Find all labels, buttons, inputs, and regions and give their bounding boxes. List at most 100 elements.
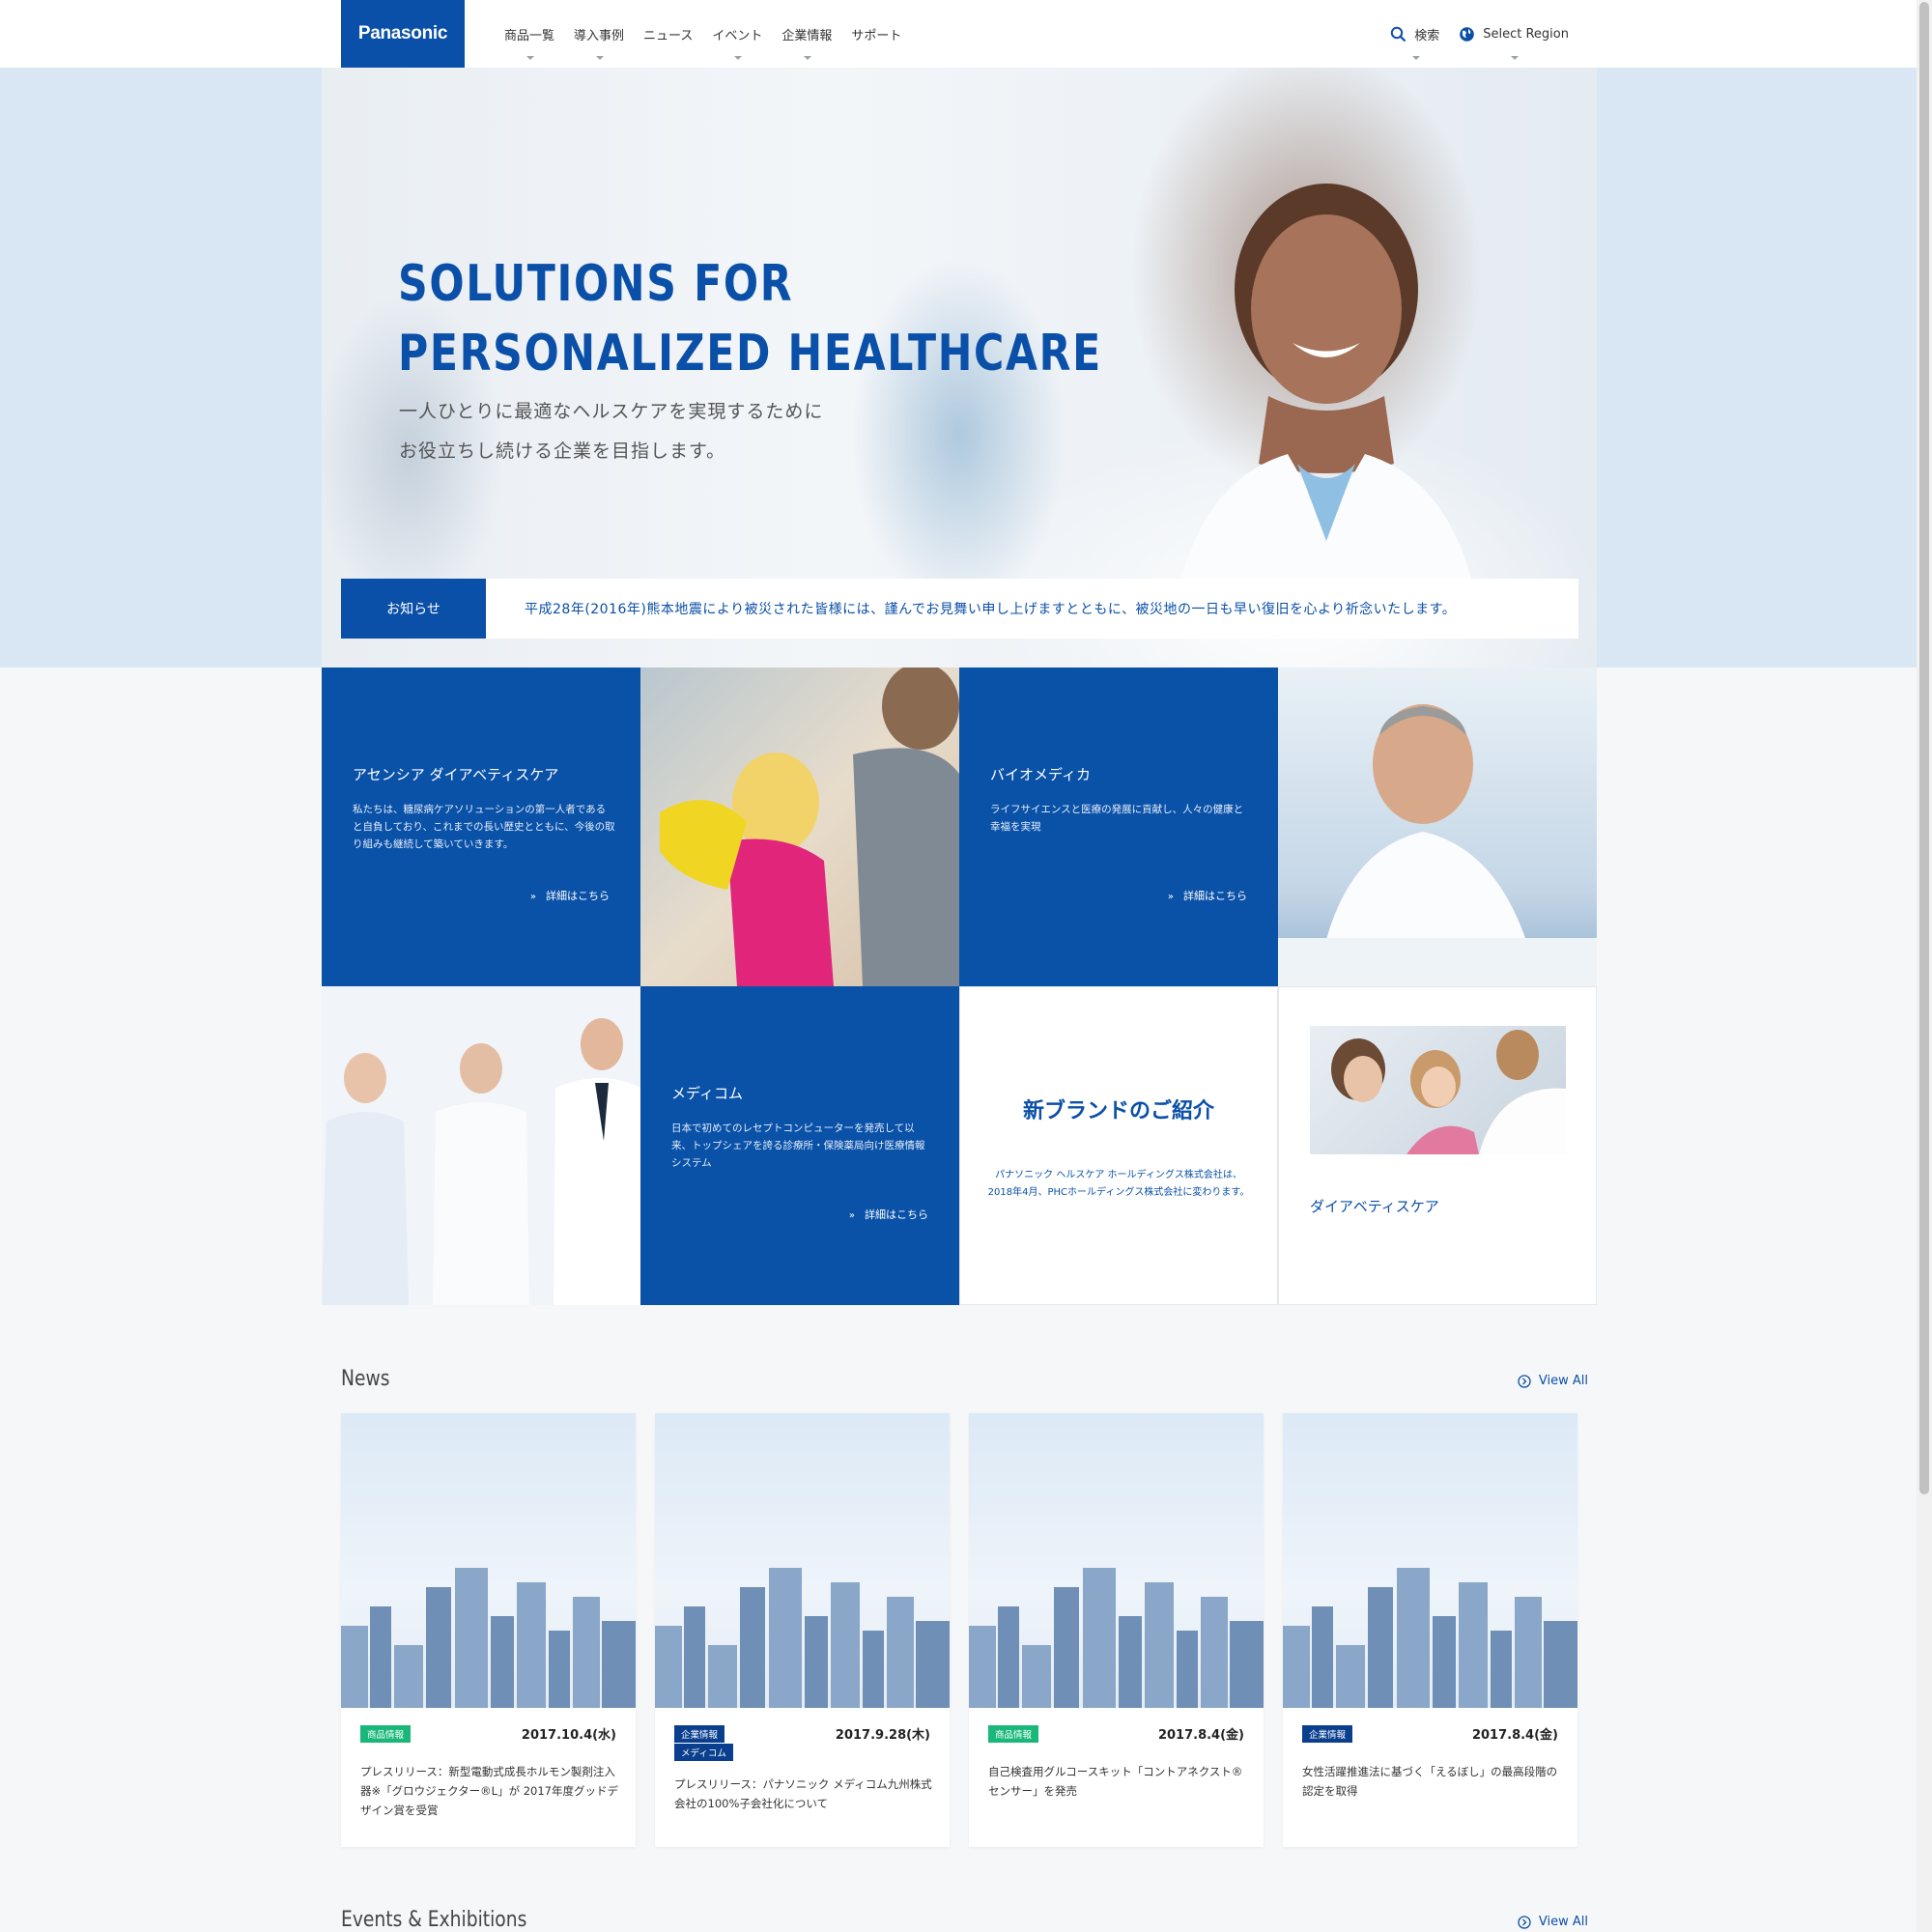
building	[455, 1568, 488, 1708]
panasonic-logo[interactable]: Panasonic	[341, 0, 465, 68]
nav-label: サポート	[851, 28, 902, 43]
nav-support[interactable]: サポート	[841, 0, 911, 68]
news-thumbnail	[655, 1413, 950, 1708]
hero-subtitle: 一人ひとりに最適なヘルスケアを実現するために お役立ちし続ける企業を目指します。	[399, 392, 823, 471]
tile-medicom[interactable]: メディコム 日本で初めてのレセプトコンピューターを発売して以来、トップシェアを誇…	[640, 986, 959, 1305]
building	[1544, 1621, 1577, 1708]
site-header: Panasonic 商品一覧 導入事例 ニュース イベント 企業情報 サポート …	[0, 0, 1917, 69]
doctor-photo	[1172, 184, 1481, 628]
city-skyline-image	[341, 1568, 636, 1708]
tile-description: 私たちは、糖尿病ケアソリューションの第一人者であると自負しており、これまでの長い…	[353, 804, 615, 850]
details-link[interactable]: 詳細はこちら	[1168, 888, 1247, 903]
building	[549, 1631, 570, 1708]
nav-events[interactable]: イベント	[702, 0, 772, 68]
building	[1397, 1568, 1430, 1708]
details-link[interactable]: 詳細はこちら	[849, 1207, 928, 1222]
building	[1230, 1621, 1264, 1708]
tile-diabetes-care[interactable]: ダイアベティスケア	[1278, 986, 1597, 1305]
category-tag: 企業情報	[1302, 1725, 1353, 1743]
building	[517, 1582, 546, 1708]
nav-company[interactable]: 企業情報	[772, 0, 841, 68]
building	[769, 1568, 802, 1708]
tile-description: ライフサイエンスと医療の発展に貢献し、人々の健康と幸福を実現	[990, 804, 1244, 833]
news-view-all-link[interactable]: View All	[1518, 1374, 1588, 1388]
category-tag: メディコム	[674, 1744, 733, 1761]
city-skyline-image	[969, 1568, 1264, 1708]
nav-label: 導入事例	[574, 28, 625, 43]
building	[1336, 1645, 1365, 1708]
building	[1312, 1606, 1333, 1708]
scrollbar-thumb[interactable]	[1919, 2, 1929, 1494]
building	[684, 1606, 705, 1708]
news-card[interactable]: 商品情報 2017.10.4(水) プレスリリース：新型電動式成長ホルモン製剤注…	[341, 1413, 636, 1847]
building	[831, 1582, 860, 1708]
news-date: 2017.9.28(木)	[835, 1728, 930, 1743]
hero-subtitle-line: 一人ひとりに最適なヘルスケアを実現するために	[399, 401, 824, 422]
building	[573, 1597, 600, 1708]
building	[969, 1626, 996, 1708]
family-photo	[660, 668, 959, 986]
scientist-photo	[1278, 704, 1597, 986]
category-tag: 企業情報	[674, 1725, 725, 1743]
building	[1022, 1645, 1051, 1708]
building	[740, 1587, 765, 1708]
hero-title-line: PERSONALIZED HEALTHCARE	[398, 325, 1102, 383]
tile-new-brand[interactable]: 新ブランドのご紹介 パナソニック ヘルスケア ホールディングス株式会社は、 20…	[959, 986, 1278, 1305]
building	[1054, 1587, 1079, 1708]
building	[1368, 1587, 1393, 1708]
nav-label: ニュース	[643, 28, 694, 43]
diabetes-care-link[interactable]: ダイアベティスケア	[1310, 1196, 1439, 1216]
news-card[interactable]: 商品情報 2017.8.4(金) 自己検査用グルコースキット「コントアネクスト®…	[969, 1413, 1264, 1847]
news-heading: News	[341, 1367, 390, 1391]
search-label: 検索	[1414, 28, 1440, 43]
news-text: プレスリリース：新型電動式成長ホルモン製剤注入器※「グロウジェクター®L」が 2…	[360, 1765, 619, 1817]
region-label: Select Region	[1483, 26, 1569, 42]
building	[1283, 1626, 1310, 1708]
details-link[interactable]: 詳細はこちら	[530, 888, 610, 903]
events-view-all-link[interactable]: View All	[1518, 1915, 1588, 1929]
building	[1459, 1582, 1488, 1708]
nav-case-studies[interactable]: 導入事例	[564, 0, 634, 68]
building	[602, 1621, 636, 1708]
notice-label: お知らせ	[341, 579, 486, 639]
building	[1145, 1582, 1174, 1708]
news-date: 2017.10.4(水)	[521, 1728, 616, 1743]
category-tag: 商品情報	[988, 1725, 1039, 1743]
circle-arrow-icon	[1518, 1374, 1531, 1388]
building	[1491, 1631, 1512, 1708]
news-card[interactable]: 企業情報 メディコム 2017.9.28(木) プレスリリース：パナソニック メ…	[655, 1413, 950, 1847]
building	[708, 1645, 737, 1708]
news-card[interactable]: 企業情報 2017.8.4(金) 女性活躍推進法に基づく「えるぼし」の最高段階の…	[1283, 1413, 1577, 1847]
brand-text-line: パナソニック ヘルスケア ホールディングス株式会社は、	[995, 1170, 1242, 1180]
tile-family-photo	[640, 668, 959, 986]
page-scrollbar[interactable]	[1917, 0, 1932, 1932]
notice-bar: お知らせ 平成28年(2016年)熊本地震により被災された皆様には、謹んでお見舞…	[341, 579, 1578, 639]
building	[916, 1621, 950, 1708]
tile-biomedica[interactable]: バイオメディカ ライフサイエンスと医療の発展に貢献し、人々の健康と幸福を実現 詳…	[959, 668, 1278, 986]
building	[1177, 1631, 1198, 1708]
brand-text-line: 2018年4月、PHCホールディングス株式会社に変わります。	[987, 1187, 1250, 1198]
nav-products[interactable]: 商品一覧	[495, 0, 564, 68]
nav-label: 商品一覧	[504, 28, 555, 43]
news-thumbnail	[969, 1413, 1264, 1708]
chevron-down-icon	[596, 56, 605, 60]
building	[805, 1616, 828, 1708]
header-tools: 検索 Select Region	[1371, 0, 1569, 68]
diabetes-photo	[1331, 1030, 1566, 1154]
region-selector[interactable]: Select Region	[1459, 0, 1569, 68]
view-all-label: View All	[1538, 1374, 1588, 1388]
news-text: 女性活躍推進法に基づく「えるぼし」の最高段階の認定を取得	[1302, 1765, 1558, 1798]
hero-title: SOLUTIONS FOR PERSONALIZED HEALTHCARE	[398, 249, 1102, 388]
tile-ascensia[interactable]: アセンシア ダイアベティスケア 私たちは、糖尿病ケアソリューションの第一人者であ…	[322, 668, 640, 986]
nav-news[interactable]: ニュース	[634, 0, 702, 68]
building	[341, 1626, 368, 1708]
tile-scientist-photo	[1278, 668, 1597, 986]
medical-staff-photo	[322, 1018, 640, 1305]
search-button[interactable]: 検索	[1390, 0, 1439, 68]
chevron-down-icon	[526, 56, 534, 60]
notice-text[interactable]: 平成28年(2016年)熊本地震により被災された皆様には、謹んでお見舞い申し上げ…	[525, 599, 1456, 618]
building	[998, 1606, 1019, 1708]
hero-title-line: SOLUTIONS FOR	[398, 255, 794, 313]
building	[1083, 1568, 1116, 1708]
nav-label: 企業情報	[781, 28, 833, 43]
